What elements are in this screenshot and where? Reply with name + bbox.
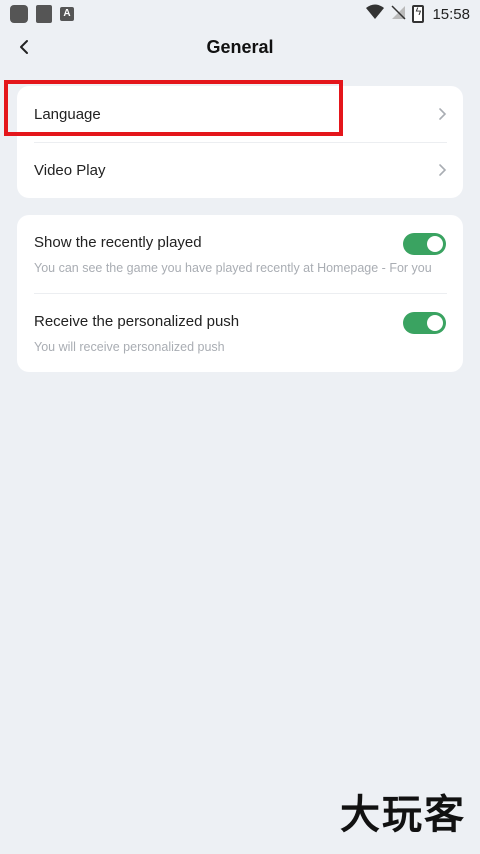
watermark-logo: 大玩客 xyxy=(340,792,466,838)
recently-played-row: Show the recently played You can see the… xyxy=(17,233,463,276)
app-square-icon xyxy=(10,5,28,23)
chevron-right-icon xyxy=(437,107,447,121)
recently-played-subtitle: You can see the game you have played rec… xyxy=(34,261,432,275)
toggle-knob xyxy=(427,315,443,331)
personalized-push-row: Receive the personalized push You will r… xyxy=(17,312,463,355)
divider xyxy=(34,293,447,294)
status-bar: A 15:58 xyxy=(0,0,480,28)
video-play-label: Video Play xyxy=(34,161,106,179)
toggle-knob xyxy=(427,236,443,252)
toggles-card: Show the recently played You can see the… xyxy=(17,215,463,372)
status-time: 15:58 xyxy=(432,5,470,23)
app-header: General xyxy=(0,28,480,70)
wifi-icon xyxy=(366,4,385,25)
status-left: A xyxy=(10,5,82,23)
video-play-row[interactable]: Video Play xyxy=(17,142,463,198)
personalized-push-title: Receive the personalized push xyxy=(34,313,240,330)
recently-played-title: Show the recently played xyxy=(34,234,202,251)
personalized-push-toggle[interactable] xyxy=(403,312,446,334)
chevron-right-icon xyxy=(437,163,447,177)
doc-icon xyxy=(36,5,52,23)
font-a-icon: A xyxy=(60,7,74,21)
page-title: General xyxy=(206,37,274,57)
recently-played-toggle[interactable] xyxy=(403,233,446,255)
battery-charging-icon xyxy=(412,5,425,23)
personalized-push-subtitle: You will receive personalized push xyxy=(34,340,225,354)
highlight-box xyxy=(4,80,343,136)
status-right: 15:58 xyxy=(366,4,470,25)
no-signal-icon xyxy=(390,4,406,25)
